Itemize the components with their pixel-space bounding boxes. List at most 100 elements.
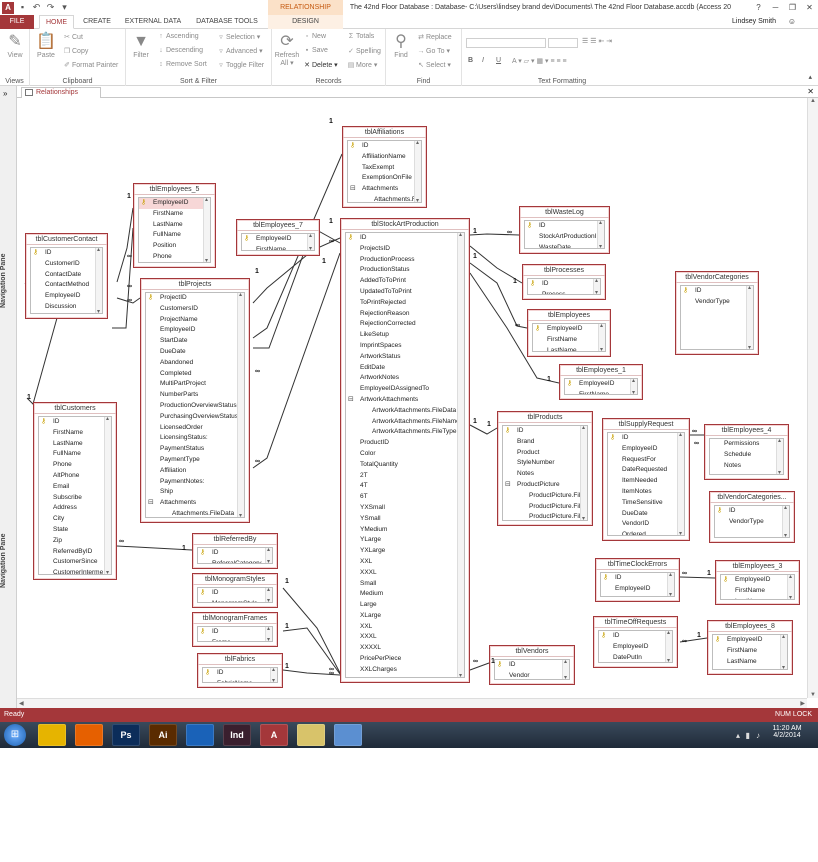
field-row[interactable]: PaymentStatus [146,444,244,455]
relationship-line[interactable] [116,545,193,551]
field-row[interactable]: AltPhone [39,471,111,482]
field-list[interactable]: ⚷ ID EmployeeID ReportedDate [600,572,675,597]
table-supply[interactable]: tblSupplyRequest ⚷ ID EmployeeID RequestFor D… [602,418,690,541]
field-row[interactable]: XXL [346,557,464,568]
tab-external-data[interactable]: EXTERNAL DATA [120,15,186,29]
field-row[interactable]: Ordered [608,530,684,535]
table-title[interactable]: tblFabrics [198,654,282,665]
field-row[interactable]: Notes [503,469,587,480]
field-row[interactable]: AddedToToPrint [346,276,464,287]
indesign-icon[interactable]: Ind [223,724,251,746]
field-row[interactable]: ⚷ ID [198,588,272,599]
tab-database-tools[interactable]: DATABASE TOOLS [190,15,264,29]
paste-button[interactable]: 📋 Paste [32,32,60,59]
field-row[interactable]: ⚷ ID [495,660,569,671]
field-list[interactable]: ⚷ ID MonogramStyle [197,587,273,603]
field-row[interactable]: ⚷ ProjectID [146,293,244,304]
bold-button[interactable]: B [468,57,473,64]
table-title[interactable]: tblProcesses [523,265,605,276]
field-list-scrollbar[interactable] [307,234,314,250]
field-row[interactable]: StartDate [146,336,244,347]
field-row[interactable]: EmployeeID [599,642,672,653]
field-row[interactable]: LastName [713,657,787,668]
field-row[interactable]: EmployeeID [31,291,102,302]
field-row[interactable]: AffiliationName [348,152,421,163]
field-row[interactable]: ProductionStatus [346,265,464,276]
field-list-scrollbar[interactable] [457,233,464,677]
table-waste[interactable]: tblWasteLog ⚷ ID StockArtProductionID WasteD… [519,206,610,254]
table-e4[interactable]: tblEmployees_4 Permissions Schedule Notes [704,424,789,480]
table-title[interactable]: tblProducts [498,412,592,423]
field-row[interactable]: ⊟ Attachments [348,184,421,195]
field-row[interactable]: ToPrintRejected [346,298,464,309]
field-row[interactable]: ⚷ ID [525,221,604,232]
table-vc1[interactable]: tblVendorCategories... ⚷ ID VendorType [709,491,795,543]
tab-design[interactable]: DESIGN [268,15,343,29]
field-row[interactable]: FirstName [39,428,111,439]
illustrator-icon[interactable]: Ai [149,724,177,746]
field-row[interactable]: DateRequested [608,465,684,476]
field-row[interactable]: RequestFor [608,455,684,466]
undo-icon[interactable]: ↶ [31,2,42,13]
table-e1[interactable]: tblEmployees_1 ⚷ EmployeeID FirstName [559,364,643,400]
field-row[interactable]: ⚷ ID [503,426,587,437]
font-color-button[interactable]: A ▾ ▱ ▾ ▦ ▾ ≡ ≡ ≡ [512,57,567,65]
field-row[interactable]: YSmall [346,514,464,525]
field-row[interactable]: ⚷ ID [348,141,421,152]
field-row[interactable]: Affiliation [146,466,244,477]
toggle-filter-button[interactable]: ▿ Toggle Filter [216,61,264,69]
field-row[interactable]: Abandoned [146,358,244,369]
firefox-icon[interactable] [75,724,103,746]
table-title[interactable]: tblSupplyRequest [603,419,689,430]
descending-button[interactable]: ↓ Descending [156,47,203,54]
teamviewer-icon[interactable] [186,724,214,746]
collapse-icon[interactable]: ⊟ [148,498,154,509]
field-list[interactable]: ⚷ ID StockArtProductionID WasteDate [524,220,605,249]
scroll-down-icon[interactable]: ▼ [810,692,816,698]
table-tce[interactable]: tblTimeClockErrors ⚷ ID EmployeeID ReportedD… [595,558,680,602]
field-row[interactable]: PricePerPiece [346,654,464,665]
field-row[interactable]: XXXL [346,632,464,643]
field-list[interactable]: ⚷ EmployeeID FirstName LastName [712,634,788,670]
font-name-box[interactable] [466,38,546,48]
field-list[interactable]: ⚷ EmployeeID FirstName LastName FullName Posi… [138,197,211,263]
field-row[interactable]: EditDate [346,363,464,374]
table-aff[interactable]: tblAffiliations ⚷ ID AffiliationName TaxExem… [342,126,427,208]
save-record-button[interactable]: ▪ Save [302,47,328,54]
field-row[interactable]: CustomersID [146,304,244,315]
volume-icon[interactable]: ♪ [756,731,760,740]
field-list-scrollbar[interactable] [780,635,787,669]
field-row[interactable]: RejectionReason [346,309,464,320]
field-list-scrollbar[interactable] [598,324,605,351]
table-title[interactable]: tblReferredBy [193,534,277,545]
field-row[interactable]: LastName [721,597,794,599]
field-list-scrollbar[interactable] [746,286,753,349]
customize-icon[interactable]: ▾ [59,2,70,13]
field-row[interactable]: FullName [39,449,111,460]
field-row[interactable]: MultiPartProject [146,379,244,390]
field-row[interactable]: ⚷ ID [39,417,111,428]
field-row[interactable]: ReportedDate [601,595,674,597]
field-list[interactable]: ⚷ ID EmployeeID RequestFor DateRequested Item… [607,432,685,536]
nav-expand-icon[interactable]: » [3,89,7,98]
field-row[interactable]: ⚷ ID [198,548,272,559]
field-row[interactable]: City [39,514,111,525]
field-row[interactable]: CustomerSince [39,557,111,568]
field-row[interactable]: EmployeeIDAssignedTo [346,384,464,395]
field-row[interactable]: Position [139,241,210,252]
field-row[interactable]: TaxExempt [348,163,421,174]
nav-pane-label-top[interactable]: Navigation Pane [0,226,17,336]
field-list[interactable]: ⚷ ID VendorType [680,285,754,350]
field-row[interactable]: ItemNeeded [608,476,684,487]
field-row[interactable]: ProductID [346,438,464,449]
table-title[interactable]: tblEmployees_3 [716,561,799,572]
windows-start-icon[interactable]: ⊞ [4,724,26,746]
table-title[interactable]: tblEmployees [528,310,610,321]
tab-file[interactable]: FILE [0,15,34,29]
table-title[interactable]: tblEmployees_4 [705,425,788,436]
field-row[interactable]: LastName [39,439,111,450]
field-row[interactable]: ProductionOverviewStatus [146,401,244,412]
field-row[interactable]: ProductPicture.FileData [503,491,587,502]
field-row[interactable]: DatePutIn [599,653,672,662]
field-list-scrollbar[interactable] [667,573,674,596]
